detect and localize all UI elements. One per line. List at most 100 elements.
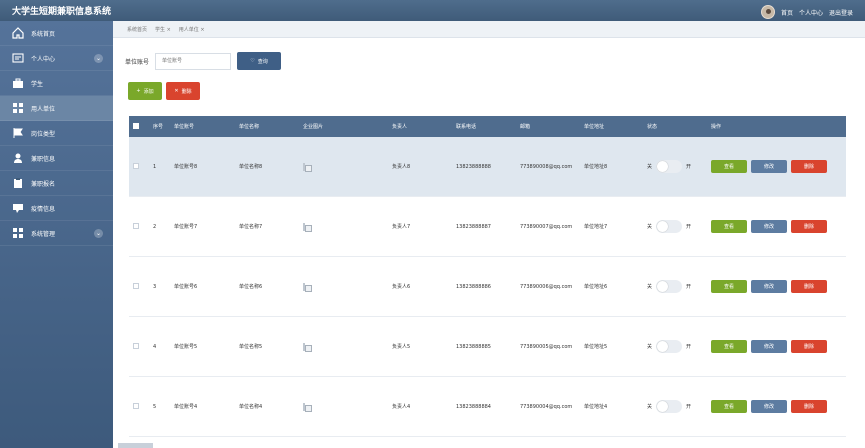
- logout-link[interactable]: 退出登录: [829, 8, 853, 17]
- sidebar-item-system[interactable]: 系统管理 ⌄: [0, 221, 113, 246]
- toggle-switch[interactable]: [656, 220, 683, 233]
- toolbar-actions: + 添加 ✕ 删除: [128, 82, 200, 100]
- edit-button[interactable]: 修改: [751, 280, 787, 293]
- sidebar-item-employer[interactable]: 用人单位: [0, 96, 113, 121]
- row-delete-button[interactable]: 删除: [791, 220, 827, 233]
- row-delete-button[interactable]: 删除: [791, 160, 827, 173]
- sidebar-item-label: 疫情信息: [31, 205, 56, 213]
- breadcrumb-student-tab[interactable]: 学生 ×: [155, 26, 171, 33]
- status-off-label: 关: [647, 164, 653, 170]
- row-contact-person: 负责人6: [392, 284, 411, 290]
- row-checkbox[interactable]: [133, 342, 139, 349]
- avatar[interactable]: [760, 5, 775, 19]
- breadcrumb-home[interactable]: 系统首页: [127, 26, 147, 33]
- sidebar: 系统首页 个人中心 ⌄ 学生 用人单位 岗位类型 兼职信息 兼职报名 疫情信息 …: [0, 21, 113, 448]
- status-on-label: 开: [686, 224, 692, 230]
- edit-button[interactable]: 修改: [751, 400, 787, 413]
- table-row[interactable]: 4 单位账号5 单位名称5 负责人5 13823888885 773890005…: [129, 317, 846, 377]
- search-label: 单位账号: [125, 58, 150, 66]
- chevron-down-icon[interactable]: ⌄: [94, 54, 103, 63]
- status-toggle[interactable]: 关开: [647, 340, 711, 353]
- search-button[interactable]: ♡ 查询: [237, 52, 282, 70]
- sidebar-item-label: 学生: [31, 80, 44, 88]
- status-off-label: 关: [647, 344, 653, 350]
- row-name: 单位名称8: [239, 164, 263, 170]
- delete-button[interactable]: ✕ 删除: [166, 82, 200, 100]
- user-icon: [12, 152, 24, 164]
- select-all-checkbox-cell[interactable]: [129, 122, 153, 131]
- toggle-switch[interactable]: [656, 400, 683, 413]
- chevron-down-icon[interactable]: ⌄: [94, 229, 103, 238]
- company-image-placeholder: [303, 402, 305, 411]
- toggle-switch[interactable]: [656, 340, 683, 353]
- header-phone: 联系电话: [456, 124, 477, 130]
- table-row[interactable]: 1 单位账号8 单位名称8 负责人8 13823888888 773890008…: [129, 137, 846, 197]
- toggle-switch[interactable]: [656, 160, 683, 173]
- header-status: 状态: [647, 124, 658, 130]
- table-row[interactable]: 5 单位账号4 单位名称4 负责人4 13823888884 773890004…: [129, 377, 846, 437]
- sidebar-item-home[interactable]: 系统首页: [0, 21, 113, 46]
- row-address: 单位地址5: [584, 344, 608, 350]
- row-phone: 13823888886: [456, 283, 491, 290]
- row-index: 1: [153, 163, 157, 170]
- row-delete-button[interactable]: 删除: [791, 400, 827, 413]
- add-button[interactable]: + 添加: [128, 82, 162, 100]
- employer-account-search-input[interactable]: [155, 52, 232, 70]
- row-email: 773890008@qq.com: [520, 163, 573, 170]
- row-address: 单位地址6: [584, 284, 608, 290]
- flag-icon: [12, 127, 24, 139]
- header-name: 单位名称: [239, 124, 260, 130]
- row-actions: 查看 修改 删除: [711, 400, 842, 413]
- view-button[interactable]: 查看: [711, 280, 747, 293]
- sidebar-item-epidemic[interactable]: 疫情信息: [0, 196, 113, 221]
- row-name: 单位名称4: [239, 404, 263, 410]
- status-toggle[interactable]: 关开: [647, 220, 711, 233]
- header-actions: 操作: [711, 124, 722, 130]
- row-email: 773890007@qq.com: [520, 223, 573, 230]
- row-account: 单位账号4: [174, 404, 198, 410]
- edit-button[interactable]: 修改: [751, 160, 787, 173]
- sidebar-item-label: 兼职信息: [31, 155, 56, 163]
- breadcrumb-employer-tab[interactable]: 用人单位 ×: [179, 26, 205, 33]
- select-all-checkbox[interactable]: [133, 122, 139, 129]
- row-delete-button[interactable]: 删除: [791, 340, 827, 353]
- header-email: 邮箱: [520, 124, 531, 130]
- status-toggle[interactable]: 关开: [647, 400, 711, 413]
- header-index: 序号: [153, 124, 164, 130]
- row-checkbox[interactable]: [133, 162, 139, 169]
- status-toggle[interactable]: 关开: [647, 280, 711, 293]
- row-checkbox[interactable]: [133, 282, 139, 289]
- main-content: 系统首页 学生 × 用人单位 × 单位账号 ♡ 查询 + 添加 ✕ 删除 序号 …: [113, 21, 865, 448]
- edit-button[interactable]: 修改: [751, 340, 787, 353]
- row-delete-button[interactable]: 删除: [791, 280, 827, 293]
- table-row[interactable]: 2 单位账号7 单位名称7 负责人7 13823888887 773890007…: [129, 197, 846, 257]
- company-image-placeholder: [303, 342, 305, 351]
- sidebar-item-label: 个人中心: [31, 55, 56, 63]
- sidebar-item-profile[interactable]: 个人中心 ⌄: [0, 46, 113, 71]
- grid-icon: [12, 227, 24, 239]
- sidebar-item-part-time-info[interactable]: 兼职信息: [0, 146, 113, 171]
- row-contact-person: 负责人8: [392, 164, 411, 170]
- view-button[interactable]: 查看: [711, 340, 747, 353]
- row-checkbox[interactable]: [133, 222, 139, 229]
- edit-button[interactable]: 修改: [751, 220, 787, 233]
- home-link[interactable]: 首页: [781, 8, 793, 17]
- view-button[interactable]: 查看: [711, 400, 747, 413]
- profile-link[interactable]: 个人中心: [799, 8, 823, 17]
- header-image: 企业图片: [303, 124, 324, 130]
- sidebar-item-job-type[interactable]: 岗位类型: [0, 121, 113, 146]
- status-toggle[interactable]: 关开: [647, 160, 711, 173]
- sidebar-item-signup[interactable]: 兼职报名: [0, 171, 113, 196]
- view-button[interactable]: 查看: [711, 220, 747, 233]
- top-header: 大学生短期兼职信息系统 首页 个人中心 退出登录: [0, 0, 865, 21]
- row-checkbox[interactable]: [133, 402, 139, 409]
- view-button[interactable]: 查看: [711, 160, 747, 173]
- toggle-switch[interactable]: [656, 280, 683, 293]
- sidebar-item-label: 岗位类型: [31, 130, 56, 138]
- row-contact-person: 负责人4: [392, 404, 411, 410]
- table-header: 序号 单位账号 单位名称 企业图片 负责人 联系电话 邮箱 单位地址 状态 操作: [129, 116, 846, 137]
- row-actions: 查看 修改 删除: [711, 340, 842, 353]
- table-row[interactable]: 3 单位账号6 单位名称6 负责人6 13823888886 773890006…: [129, 257, 846, 317]
- horizontal-scrollbar[interactable]: [118, 443, 153, 448]
- sidebar-item-student[interactable]: 学生: [0, 71, 113, 96]
